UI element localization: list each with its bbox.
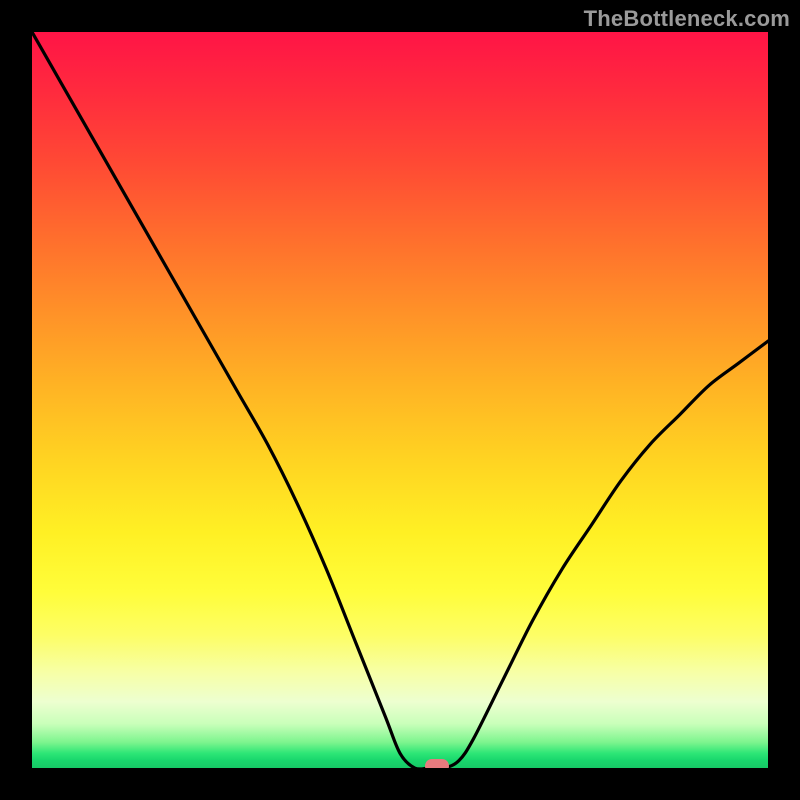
optimal-point-marker [425,759,449,768]
plot-area [32,32,768,768]
curve-path [32,32,768,768]
chart-frame: TheBottleneck.com [0,0,800,800]
bottleneck-curve [32,32,768,768]
watermark-label: TheBottleneck.com [584,6,790,32]
